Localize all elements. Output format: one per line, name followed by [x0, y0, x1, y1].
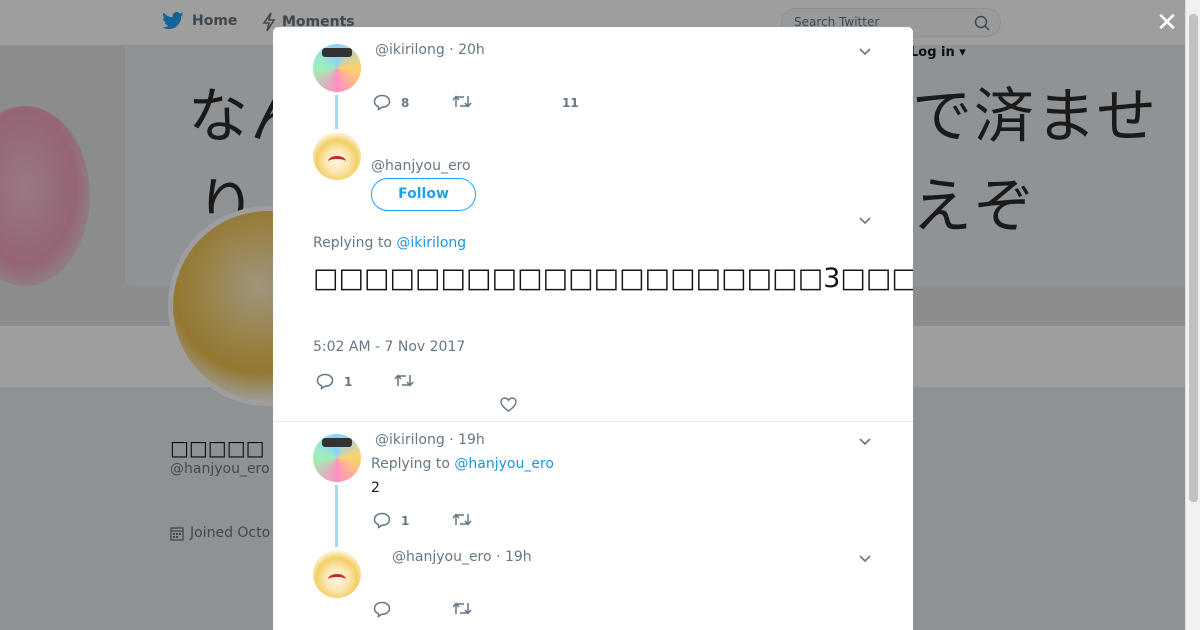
retweet-icon: [452, 602, 472, 615]
tweet-header: @ikirilong · 19h: [375, 432, 485, 448]
tweet-handle[interactable]: @hanjyou_ero: [392, 549, 492, 565]
tweet-timestamp[interactable]: 5:02 AM - 7 Nov 2017: [313, 339, 465, 355]
retweet-button[interactable]: [394, 373, 414, 388]
replying-to: Replying to @hanjyou_ero: [371, 456, 554, 472]
replying-prefix: Replying to: [313, 235, 392, 251]
tweet-header: @ikirilong · 20h: [375, 42, 485, 58]
reply-icon: [373, 512, 391, 529]
reply-button[interactable]: 1: [373, 512, 409, 529]
reply-icon: [316, 373, 334, 390]
tweet-handle[interactable]: @ikirilong: [375, 42, 445, 58]
retweet-button[interactable]: [452, 94, 472, 109]
divider: [273, 421, 913, 422]
thread-line: [335, 95, 338, 129]
chevron-down-icon[interactable]: [857, 43, 873, 59]
tweet-text: □□□□□□□□□□□□□□□□□□□□3□□□□□□□□□wwwwwwww: [313, 263, 913, 294]
tweet-time[interactable]: 20h: [458, 42, 485, 58]
chevron-down-icon[interactable]: [857, 433, 873, 449]
tweet-handle[interactable]: @ikirilong: [375, 432, 445, 448]
retweet-icon: [452, 95, 472, 108]
like-count-button[interactable]: 11: [562, 96, 579, 110]
reply-button[interactable]: 8: [373, 94, 409, 111]
like-button[interactable]: [500, 397, 517, 412]
reply-count: 1: [401, 513, 410, 528]
tweet-header: @hanjyou_ero · 19h: [392, 549, 532, 565]
avatar[interactable]: [313, 132, 361, 180]
close-icon[interactable]: ✕: [1155, 10, 1179, 36]
reply-button[interactable]: 1: [316, 373, 352, 390]
retweet-icon: [452, 513, 472, 526]
thread-line: [335, 485, 338, 547]
reply-count: 8: [401, 95, 410, 110]
chevron-down-icon[interactable]: [857, 212, 873, 228]
reply-icon: [373, 601, 391, 618]
tweet-handle[interactable]: @hanjyou_ero: [371, 158, 471, 174]
follow-button[interactable]: Follow: [371, 178, 476, 211]
avatar[interactable]: [313, 434, 361, 482]
tweet-time[interactable]: 19h: [505, 549, 532, 565]
retweet-button[interactable]: [452, 601, 472, 616]
retweet-button[interactable]: [452, 512, 472, 527]
retweet-icon: [394, 374, 414, 387]
avatar[interactable]: [313, 550, 361, 598]
avatar[interactable]: [313, 44, 361, 92]
reply-count: 1: [344, 374, 353, 389]
like-count: 11: [562, 96, 579, 110]
replying-to-link[interactable]: @hanjyou_ero: [454, 456, 554, 472]
scrollbar[interactable]: [1185, 0, 1200, 630]
reply-icon: [373, 94, 391, 111]
tweet-text: 2: [371, 480, 380, 496]
replying-prefix: Replying to: [371, 456, 450, 472]
chevron-down-icon[interactable]: [857, 550, 873, 566]
tweet-modal: @ikirilong · 20h 8 11 @hanjyou_ero Follo…: [273, 27, 913, 630]
replying-to-link[interactable]: @ikirilong: [396, 235, 466, 251]
scrollbar-thumb[interactable]: [1189, 14, 1198, 502]
replying-to: Replying to @ikirilong: [313, 235, 466, 251]
reply-button[interactable]: [373, 601, 391, 618]
heart-icon: [500, 397, 517, 412]
tweet-time[interactable]: 19h: [458, 432, 485, 448]
